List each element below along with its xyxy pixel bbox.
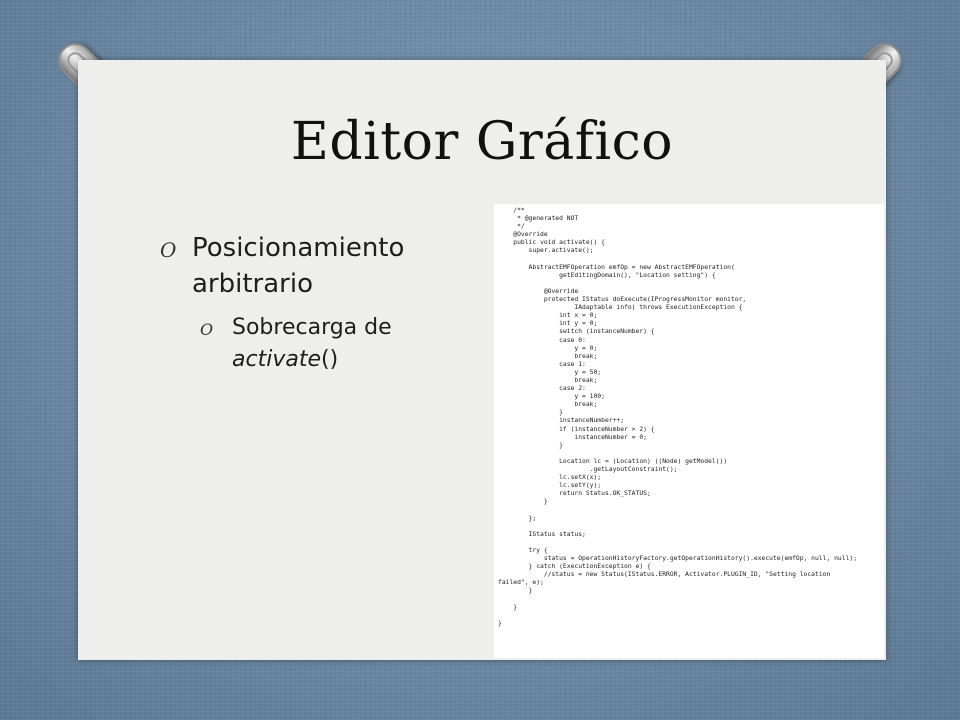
- code-line: y = 100;: [498, 393, 605, 401]
- code-line: case 2:: [498, 385, 586, 393]
- bullet-item: O Posicionamiento arbitrario: [160, 230, 480, 302]
- bullet-marker-icon: O: [200, 320, 214, 339]
- code-line: case 1:: [498, 360, 586, 368]
- sub-bullet-item: O Sobrecarga de activate(): [200, 312, 480, 376]
- code-line: } catch (ExecutionException e) {: [498, 563, 651, 571]
- code-line: case 0:: [498, 336, 586, 344]
- bullet-text: Posicionamiento arbitrario: [192, 233, 405, 299]
- code-line: y = 0;: [498, 344, 598, 352]
- code-line: if (instanceNumber > 2) {: [498, 425, 655, 433]
- code-line: failed", e);: [498, 579, 544, 587]
- bullet-list: O Posicionamiento arbitrario O Sobrecarg…: [160, 230, 480, 376]
- code-line: switch (instanceNumber) {: [498, 328, 655, 336]
- code-line: Location lc = (Location) ((Node) getMode…: [498, 457, 728, 465]
- bullet-marker-icon: O: [160, 238, 177, 262]
- code-line: protected IStatus doExecute(IProgressMon…: [498, 296, 747, 304]
- code-line: /**: [498, 207, 525, 214]
- slide-title: Editor Gráfico: [290, 112, 674, 172]
- code-line: IAdaptable info) throws ExecutionExcepti…: [498, 304, 743, 312]
- code-line: instanceNumber = 0;: [498, 433, 647, 441]
- code-line: lc.setY(y);: [498, 482, 602, 490]
- code-line: };: [498, 514, 537, 522]
- sub-bullet-method: activate: [232, 347, 321, 372]
- code-line: int y = 0;: [498, 320, 598, 328]
- code-line: }: [498, 603, 518, 611]
- code-line: try {: [498, 546, 548, 554]
- code-screenshot: /** * @generated NOT */ @Override public…: [494, 204, 884, 658]
- code-line: @Override: [498, 231, 548, 239]
- code-line: return Status.OK_STATUS;: [498, 490, 651, 498]
- code-line: */: [498, 223, 525, 231]
- code-line: }: [498, 498, 548, 506]
- code-line: instanceNumber++;: [498, 417, 625, 425]
- code-line: break;: [498, 352, 598, 360]
- code-line: }: [498, 587, 533, 595]
- code-line: getEditingDomain(), "Location setting") …: [498, 271, 716, 279]
- code-line: super.activate();: [498, 247, 594, 255]
- code-line: @Override: [498, 287, 579, 295]
- code-line: break;: [498, 401, 598, 409]
- code-line: y = 50;: [498, 368, 602, 376]
- code-line: lc.setX(x);: [498, 474, 602, 482]
- code-line: IStatus status;: [498, 530, 586, 538]
- sub-bullet-suffix: (): [320, 347, 339, 372]
- code-line: int x = 0;: [498, 312, 598, 320]
- code-line: public void activate() {: [498, 239, 605, 247]
- code-line: }: [498, 619, 502, 627]
- code-line: }: [498, 441, 563, 449]
- sub-bullet-prefix: Sobrecarga de: [232, 315, 392, 340]
- code-line: break;: [498, 376, 598, 384]
- code-block: /** * @generated NOT */ @Override public…: [494, 204, 884, 628]
- code-line: .getLayoutConstraint();: [498, 466, 678, 473]
- code-line: AbstractEMFOperation emfOp = new Abstrac…: [498, 263, 735, 271]
- code-line: * @generated NOT: [498, 215, 579, 223]
- code-line: }: [498, 409, 563, 417]
- code-line: //status = new Status(IStatus.ERROR, Act…: [498, 571, 831, 579]
- code-line: status = OperationHistoryFactory.getOper…: [498, 555, 858, 563]
